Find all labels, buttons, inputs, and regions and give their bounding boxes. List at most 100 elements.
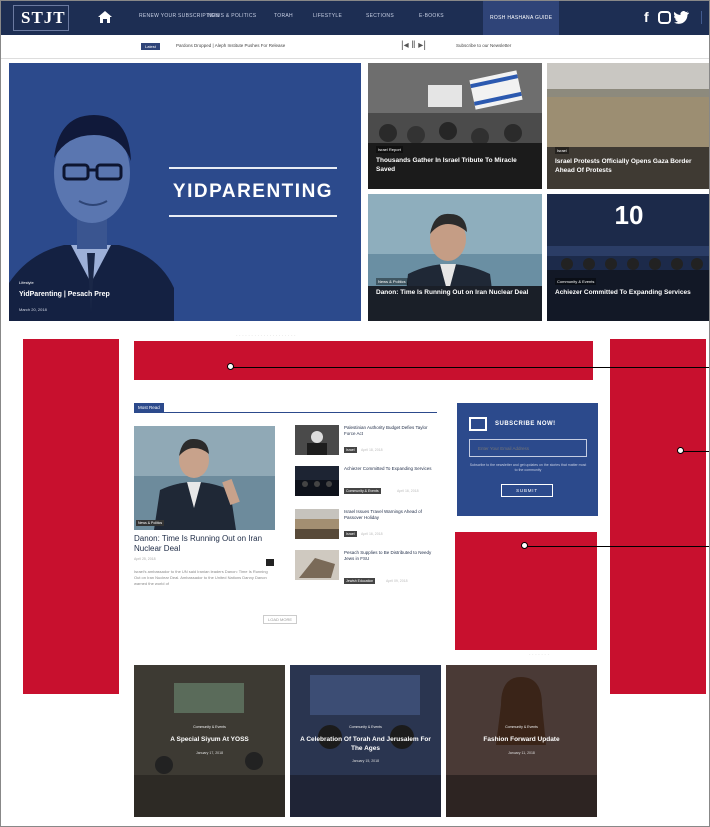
bottom-tile-jerusalem[interactable]: Community & Events A Celebration Of Tora… <box>290 665 441 817</box>
nav-item-lifestyle[interactable]: Lifestyle <box>313 13 342 19</box>
top-navigation: STJT Renew Your Subscription News & Poli… <box>1 1 709 35</box>
tile-category: Israel <box>555 147 569 154</box>
callout-line <box>683 451 709 452</box>
feature-tile-rally[interactable]: Israel Report Thousands Gather In Israel… <box>368 63 542 189</box>
hero-brand-word: YIDPARENTING <box>172 181 334 202</box>
item-thumbnail <box>295 425 339 455</box>
nav-item-ebooks[interactable]: E-Books <box>419 13 444 19</box>
ad-leaderboard[interactable] <box>134 341 593 380</box>
email-input[interactable] <box>469 439 587 457</box>
subscribe-widget: SUBSCRIBE NOW! Subscribe to the newslett… <box>457 403 598 516</box>
facebook-icon[interactable]: f <box>644 9 649 25</box>
danon-photo <box>368 194 542 321</box>
hero-headline[interactable]: YidParenting | Pesach Prep <box>19 291 110 298</box>
ticker-right-link[interactable]: Subscribe to our Newsletter <box>456 43 511 48</box>
item-thumbnail <box>295 550 339 580</box>
feature-tile-border[interactable]: Israel Israel Protests Officially Opens … <box>547 63 709 189</box>
main-story-excerpt: Israel's ambassador to the UN said Irani… <box>134 569 268 586</box>
tile-category: Community & Events <box>193 725 226 729</box>
tile-category: Community & Events <box>349 725 382 729</box>
most-read-item[interactable]: Achiezer Committed To Expanding Services… <box>295 466 435 498</box>
most-read-item[interactable]: Israel Issues Travel Warnings Ahead of P… <box>295 509 435 541</box>
ad-rectangle[interactable] <box>455 532 597 650</box>
home-icon[interactable] <box>97 10 113 24</box>
faint-label: · · · · · · · · · · · · · · · · · · · · <box>236 333 296 339</box>
hero-feature[interactable]: YIDPARENTING Lifestyle YidParenting | Pe… <box>9 63 361 321</box>
svg-text:10: 10 <box>615 200 644 230</box>
instagram-icon[interactable] <box>658 11 671 24</box>
load-more-button[interactable]: LOAD MORE <box>263 615 298 624</box>
nav-item-news[interactable]: News & Politics <box>208 13 256 19</box>
item-badge: Israel <box>344 447 357 453</box>
item-title[interactable]: Israel Issues Travel Warnings Ahead of P… <box>344 509 434 521</box>
item-title[interactable]: Pesach Supplies to Be Distributed to Nee… <box>344 550 434 562</box>
most-read-item[interactable]: Palestinian Authority Budget Defies Tayl… <box>295 425 435 457</box>
page-frame: STJT Renew Your Subscription News & Poli… <box>0 0 710 827</box>
item-badge: Israel <box>344 531 357 537</box>
item-title[interactable]: Achiezer Committed To Expanding Services <box>344 466 434 472</box>
most-read-item[interactable]: Pesach Supplies to Be Distributed to Nee… <box>295 550 435 586</box>
tile-title[interactable]: A Celebration Of Torah And Jerusalem For… <box>298 736 433 754</box>
tile-title[interactable]: Thousands Gather In Israel Tribute To Mi… <box>376 157 536 175</box>
tile-category: Community & Events <box>505 725 538 729</box>
feature-tile-danon[interactable]: News & Politics Danon: Time Is Running O… <box>368 194 542 321</box>
faint-label: · · · · · · · <box>529 652 549 658</box>
main-story-category: News & Politics <box>136 520 165 526</box>
item-date: April 16, 2018 <box>361 532 383 536</box>
nav-item-rosh-hashana[interactable]: Rosh Hashana Guide <box>483 1 560 35</box>
item-title[interactable]: Palestinian Authority Budget Defies Tayl… <box>344 425 434 437</box>
ticker-headline[interactable]: Pardons Dropped | Aleph Institute Pushes… <box>176 43 285 48</box>
tile-category: Community & Events <box>555 278 597 285</box>
feature-tile-achiezer[interactable]: 10 Community & Events Achiezer Committed… <box>547 194 709 321</box>
callout-line <box>233 367 709 368</box>
tile-date: January 15, 2018 <box>351 759 380 763</box>
achiezer-photo: 10 <box>547 194 709 321</box>
tile-title[interactable]: Danon: Time Is Running Out on Iran Nucle… <box>376 289 536 298</box>
item-badge: Jewish Education <box>344 578 376 584</box>
ticker-badge: Latest <box>141 43 160 50</box>
tile-title[interactable]: A Special Siyum At YOSS <box>142 736 277 745</box>
hero-category[interactable]: Lifestyle <box>19 280 34 285</box>
ticker-controls[interactable]: |◂ ‖ ▸| <box>401 40 426 51</box>
submit-button[interactable]: SUBMIT <box>501 484 553 497</box>
tile-category: Israel Report <box>376 146 403 153</box>
subscribe-title: SUBSCRIBE NOW! <box>495 421 556 427</box>
bottom-tile-fashion[interactable]: Community & Events Fashion Forward Updat… <box>446 665 597 817</box>
callout-dot <box>521 542 528 549</box>
item-date: April 16, 2018 <box>397 489 419 493</box>
tile-title[interactable]: Achiezer Committed To Expanding Services <box>555 289 705 298</box>
newsletter-icon <box>469 417 487 431</box>
hero-rule-bottom <box>169 215 337 217</box>
main-story-date: April 25, 2018 <box>134 557 156 561</box>
tile-title[interactable]: Fashion Forward Update <box>454 736 589 745</box>
ad-skyscraper-left[interactable] <box>23 339 119 694</box>
news-ticker: Latest Pardons Dropped | Aleph Institute… <box>1 35 709 59</box>
item-badge: Community & Events <box>344 488 381 494</box>
hero-date: March 20, 2018 <box>19 307 47 312</box>
most-read-tab[interactable]: Most Read <box>134 403 164 412</box>
tile-date: January 11, 2018 <box>508 751 535 755</box>
subscribe-note: Subscribe to the newsletter and get upda… <box>469 463 587 472</box>
twitter-icon[interactable] <box>674 11 689 24</box>
item-date: April 09, 2018 <box>386 579 408 583</box>
callout-line <box>527 546 709 547</box>
comment-icon[interactable] <box>266 559 274 566</box>
main-story-title[interactable]: Danon: Time Is Running Out on Iran Nucle… <box>134 534 284 553</box>
item-thumbnail <box>295 466 339 496</box>
section-divider <box>134 412 437 413</box>
callout-dot <box>677 447 684 454</box>
ad-skyscraper-right[interactable] <box>610 339 706 694</box>
site-logo[interactable]: STJT <box>21 8 66 28</box>
nav-item-sections[interactable]: Sections <box>366 13 394 19</box>
tile-date: January 17, 2018 <box>195 751 224 755</box>
bottom-tile-siyum[interactable]: Community & Events A Special Siyum At YO… <box>134 665 285 817</box>
main-story-image[interactable]: News & Politics <box>134 426 275 530</box>
item-date: April 18, 2018 <box>361 448 383 452</box>
nav-overflow[interactable] <box>701 11 709 24</box>
tile-title[interactable]: Israel Protests Officially Opens Gaza Bo… <box>555 158 705 176</box>
nav-item-torah[interactable]: Torah <box>274 13 293 19</box>
item-thumbnail <box>295 509 339 539</box>
hero-rule-top <box>169 167 337 169</box>
tile-category: News & Politics <box>376 278 408 285</box>
callout-dot <box>227 363 234 370</box>
